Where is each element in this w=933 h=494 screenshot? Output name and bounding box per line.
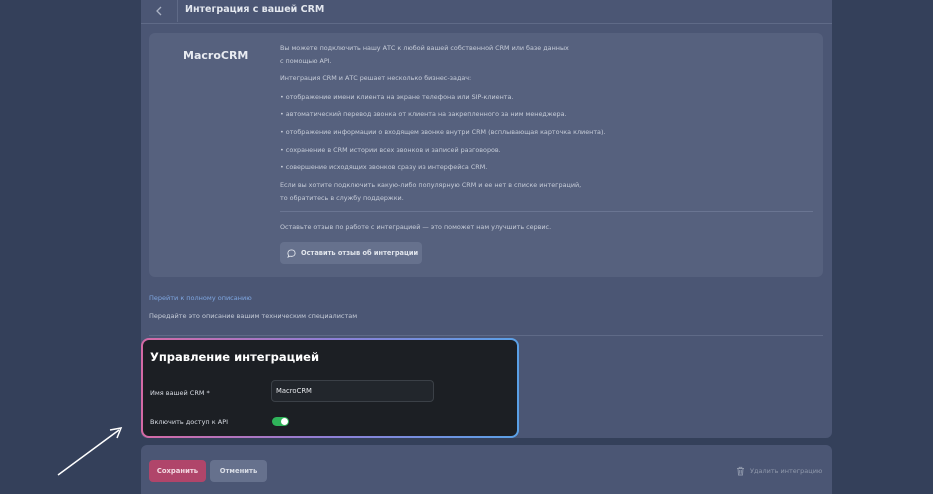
pointer-arrow-icon [57, 427, 123, 476]
chevron-left-icon [156, 6, 162, 16]
description-line: • совершение исходящих звонков сразу из … [280, 163, 488, 171]
api-access-label: Включить доступ к API [150, 418, 229, 426]
delete-integration-button[interactable]: Удалить интеграцию [736, 465, 822, 477]
back-button[interactable] [146, 0, 172, 22]
integration-management-inner: Управление интеграцией Имя вашей CRM * В… [143, 340, 517, 436]
save-button[interactable]: Сохранить [149, 460, 206, 482]
section-title: Управление интеграцией [150, 350, 320, 364]
delete-integration-label: Удалить интеграцию [750, 467, 823, 475]
integration-management-section: Управление интеграцией Имя вашей CRM * В… [141, 338, 519, 438]
cancel-button[interactable]: Отменить [210, 460, 267, 482]
integration-info-card: MacroCRM Вы можете подключить нашу АТС к… [149, 33, 823, 277]
leave-feedback-button[interactable]: Оставить отзыв об интеграции [280, 242, 422, 264]
card-divider [280, 211, 813, 212]
description-line: то обратитесь в службу поддержки. [280, 194, 404, 202]
description-line: • автоматический перевод звонка от клиен… [280, 110, 567, 118]
leave-feedback-label: Оставить отзыв об интеграции [301, 249, 419, 257]
description-line: Вы можете подключить нашу АТС к любой ва… [280, 44, 569, 52]
integration-panel: Интеграция с вашей CRM MacroCRM Вы может… [141, 0, 832, 438]
header-divider [177, 0, 178, 22]
description-line: • отображение имени клиента на экране те… [280, 93, 514, 101]
description-line: с помощью API. [280, 57, 332, 65]
crm-name-label: Имя вашей CRM * [150, 389, 210, 397]
trash-icon [737, 466, 744, 476]
crm-logo: MacroCRM [183, 49, 249, 62]
description-line: Если вы хотите подключить какую-либо поп… [280, 181, 582, 189]
full-description-link[interactable]: Перейти к полному описанию [149, 294, 252, 302]
description-line: • отображение информации о входящем звон… [280, 128, 606, 136]
crm-name-input[interactable] [271, 380, 434, 402]
feedback-text: Оставьте отзыв по работе с интеграцией —… [280, 223, 552, 231]
tech-specialists-text: Передайте это описание вашим техническим… [149, 312, 358, 320]
page-title: Интеграция с вашей CRM [185, 4, 325, 15]
toggle-knob [281, 418, 288, 425]
panel-divider [149, 335, 823, 336]
api-access-toggle[interactable] [272, 417, 289, 426]
chat-bubble-icon [287, 248, 296, 258]
page-header: Интеграция с вашей CRM [141, 0, 832, 24]
description-line: • сохранение в CRM истории всех звонков … [280, 146, 501, 154]
action-footer: Сохранить Отменить Удалить интеграцию [141, 445, 832, 494]
description-line: Интеграция CRM и АТС решает несколько би… [280, 74, 472, 82]
